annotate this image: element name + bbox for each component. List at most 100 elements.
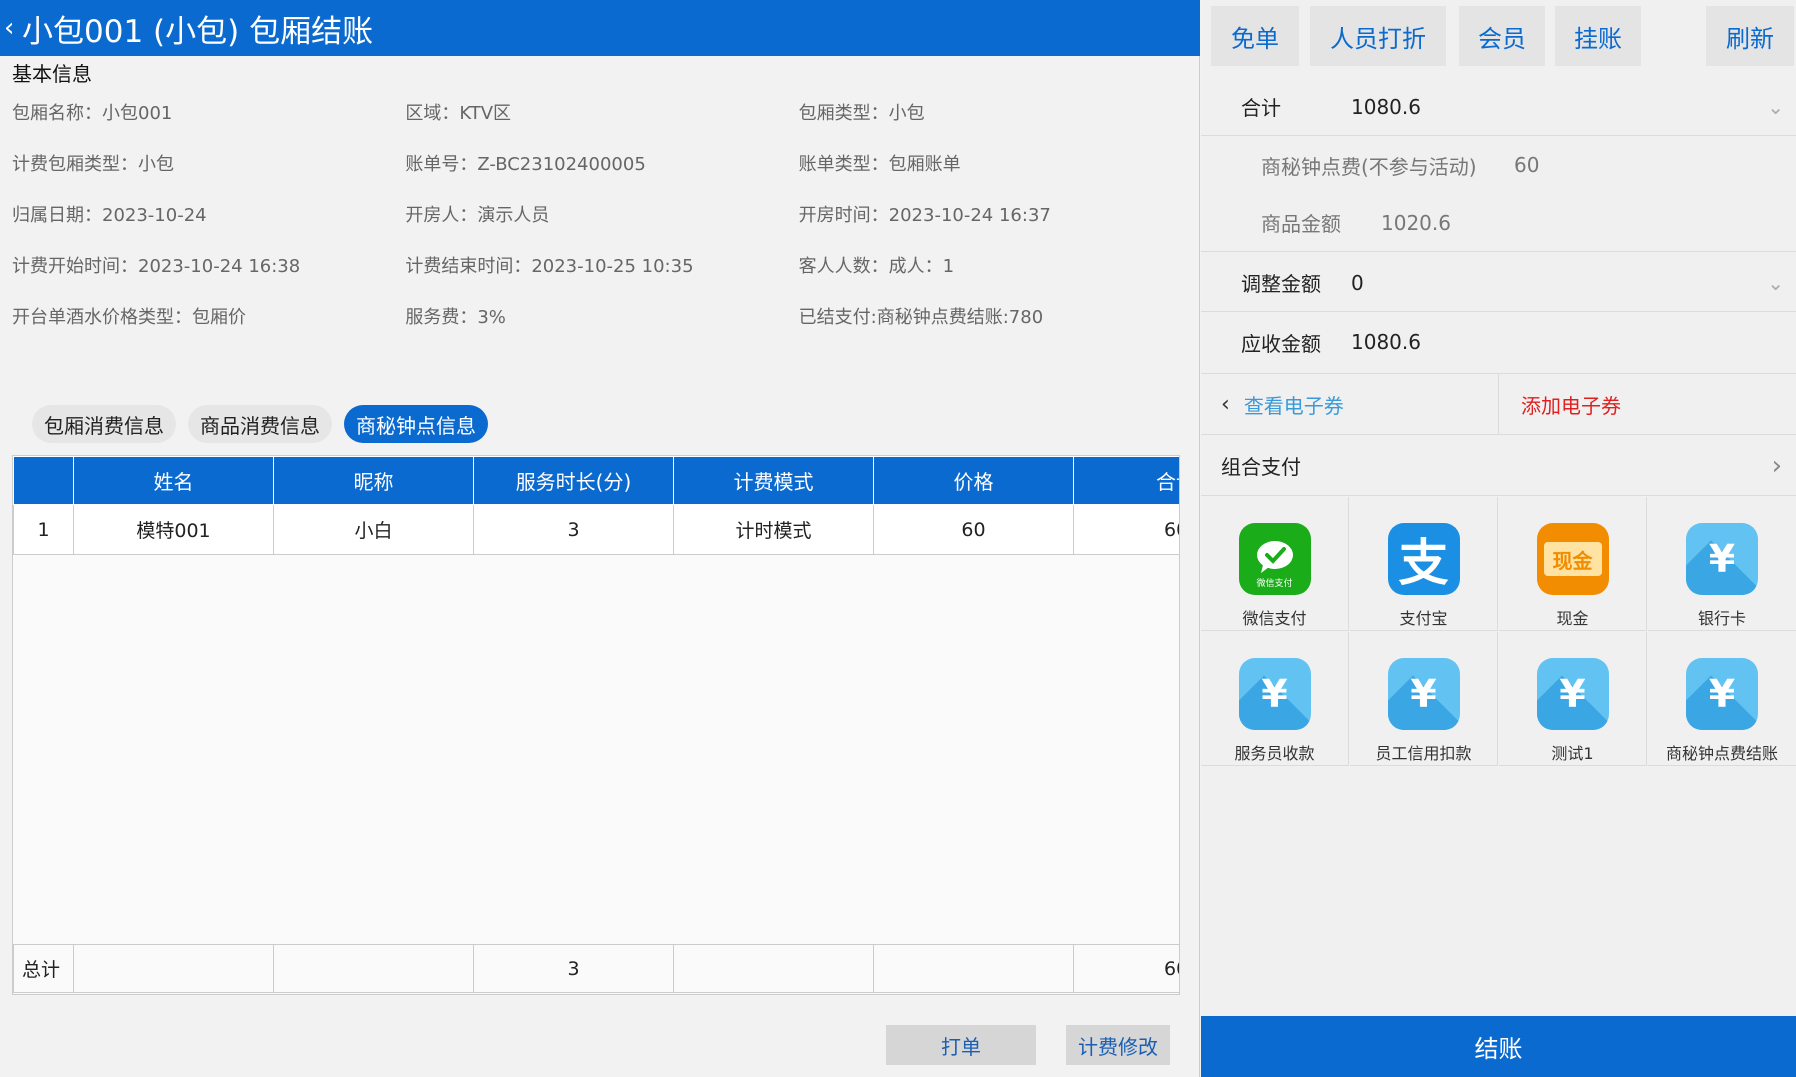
col-duration: 服务时长(分) xyxy=(473,456,674,505)
bill-detail-panel: ‹ 小包001 (小包) 包厢结账 基本信息 包厢名称：小包001 区域：KTV… xyxy=(0,0,1200,1077)
info-open-time: 开房时间：2023-10-24 16:37 xyxy=(798,204,1051,226)
total-row[interactable]: 合计 1080.6 ⌄ xyxy=(1201,78,1796,136)
total-duration: 3 xyxy=(473,944,674,993)
yuan-symbol: ¥ xyxy=(1708,672,1736,716)
adjust-label: 调整金额 xyxy=(1241,272,1321,296)
pay-bank-card[interactable]: ¥ 银行卡 xyxy=(1648,497,1796,631)
alipay-icon: 支 xyxy=(1387,523,1460,595)
chevron-left-icon: ‹ xyxy=(1221,391,1230,417)
combo-pay-row[interactable]: 组合支付 › xyxy=(1201,436,1796,496)
payment-panel: 免单 人员打折 会员 挂账 刷新 合计 1080.6 ⌄ 商秘钟点费(不参与活动… xyxy=(1201,0,1796,1077)
adjust-row[interactable]: 调整金额 0 ⌄ xyxy=(1201,254,1796,312)
yuan-symbol: ¥ xyxy=(1261,672,1288,716)
total-value: 1080.6 xyxy=(1351,94,1421,119)
hostess-fee-row: 商秘钟点费(不参与活动) 60 xyxy=(1201,136,1796,194)
info-business-date: 归属日期：2023-10-24 xyxy=(12,204,207,226)
yuan-icon: ¥ xyxy=(1536,658,1609,730)
modify-billing-button[interactable]: 计费修改 xyxy=(1066,1025,1170,1065)
yuan-icon: ¥ xyxy=(1238,658,1311,730)
total-price xyxy=(873,944,1074,993)
total-label: 总计 xyxy=(13,944,74,993)
info-billing-room-type: 计费包厢类型：小包 xyxy=(12,153,174,175)
pay-wechat[interactable]: 微信支付 微信支付 xyxy=(1201,497,1349,631)
info-service-fee: 服务费：3% xyxy=(405,306,506,328)
cell-index: 1 xyxy=(13,504,74,555)
checkout-button[interactable]: 结账 xyxy=(1201,1016,1796,1077)
total-label: 合计 xyxy=(1241,96,1281,120)
chevron-right-icon: › xyxy=(1771,450,1782,481)
add-coupon-button[interactable]: 添加电子券 xyxy=(1521,374,1621,434)
info-row: 计费开始时间：2023-10-24 16:38 计费结束时间：2023-10-2… xyxy=(12,239,1192,290)
cell-price: 60 xyxy=(873,504,1074,555)
cash-icon-text: 现金 xyxy=(1543,542,1602,576)
pay-test1[interactable]: ¥ 测试1 xyxy=(1499,632,1647,766)
goods-amount-row: 商品金额 1020.6 xyxy=(1201,194,1796,252)
cell-nickname: 小白 xyxy=(273,504,474,555)
receivable-value: 1080.6 xyxy=(1351,330,1421,354)
col-index xyxy=(13,456,74,505)
tab-room-consumption[interactable]: 包厢消费信息 xyxy=(32,405,176,443)
wechat-icon-text: 微信支付 xyxy=(1256,579,1293,589)
hostess-fee-label: 商秘钟点费(不参与活动) xyxy=(1261,154,1477,179)
on-account-button[interactable]: 挂账 xyxy=(1555,6,1641,66)
table-empty-area xyxy=(13,554,1179,945)
hostess-fee-value: 60 xyxy=(1514,153,1540,177)
total-amount: 60 xyxy=(1073,944,1179,993)
view-coupon-button[interactable]: ‹ 查看电子券 xyxy=(1201,374,1499,434)
col-billing-mode: 计费模式 xyxy=(673,456,874,505)
receivable-row: 应收金额 1080.6 xyxy=(1201,313,1796,371)
tab-hostess-hours[interactable]: 商秘钟点信息 xyxy=(344,405,488,443)
refresh-button[interactable]: 刷新 xyxy=(1706,6,1794,66)
wechat-pay-icon: 微信支付 xyxy=(1238,523,1311,595)
info-row: 包厢名称：小包001 区域：KTV区 包厢类型：小包 xyxy=(12,86,1192,137)
yuan-icon: ¥ xyxy=(1686,658,1758,730)
view-coupon-label: 查看电子券 xyxy=(1243,393,1344,418)
cell-total: 60 xyxy=(1073,504,1179,555)
consumption-tabs: 包厢消费信息 商品消费信息 商秘钟点信息 xyxy=(32,405,488,443)
cell-name: 模特001 xyxy=(73,504,274,555)
yuan-icon: ¥ xyxy=(1387,658,1460,730)
staff-discount-button[interactable]: 人员打折 xyxy=(1310,6,1446,66)
pay-label: 员工信用扣款 xyxy=(1375,744,1472,763)
pay-label: 商秘钟点费结账 xyxy=(1665,744,1778,763)
tab-goods-consumption[interactable]: 商品消费信息 xyxy=(188,405,332,443)
pay-label: 微信支付 xyxy=(1242,609,1307,628)
yuan-symbol: ¥ xyxy=(1410,672,1437,716)
basic-info-grid: 包厢名称：小包001 区域：KTV区 包厢类型：小包 计费包厢类型：小包 账单号… xyxy=(12,86,1192,341)
table-row[interactable]: 1 模特001 小白 3 计时模式 60 60 xyxy=(13,504,1179,555)
pay-hostess-fee[interactable]: ¥ 商秘钟点费结账 xyxy=(1648,632,1796,766)
goods-amount-label: 商品金额 xyxy=(1261,212,1341,236)
back-chevron-icon[interactable]: ‹ xyxy=(0,13,22,43)
action-toolbar: 免单 人员打折 会员 挂账 刷新 xyxy=(1209,6,1794,68)
table-header-row: 姓名 昵称 服务时长(分) 计费模式 价格 合计 xyxy=(13,456,1179,505)
print-button[interactable]: 打单 xyxy=(886,1025,1036,1065)
alipay-icon-text: 支 xyxy=(1398,534,1449,592)
member-button[interactable]: 会员 xyxy=(1459,6,1545,66)
pay-label: 服务员收款 xyxy=(1234,744,1315,763)
pay-cash[interactable]: 现金 现金 xyxy=(1499,497,1647,631)
col-total: 合计 xyxy=(1073,456,1179,505)
pay-waiter-collect[interactable]: ¥ 服务员收款 xyxy=(1201,632,1349,766)
total-billing-mode xyxy=(673,944,874,993)
pay-staff-credit[interactable]: ¥ 员工信用扣款 xyxy=(1350,632,1498,766)
info-billing-start: 计费开始时间：2023-10-24 16:38 xyxy=(12,255,301,277)
combo-pay-label: 组合支付 xyxy=(1221,455,1301,479)
pay-label: 测试1 xyxy=(1551,744,1594,763)
cash-icon: 现金 xyxy=(1536,523,1609,595)
info-row: 归属日期：2023-10-24 开房人：演示人员 开房时间：2023-10-24… xyxy=(12,188,1192,239)
pay-alipay[interactable]: 支 支付宝 xyxy=(1350,497,1498,631)
payment-methods-grid: 微信支付 微信支付 支 支付宝 现金 现金 ¥ 银行卡 ¥ 服务员收款 ¥ 员工… xyxy=(1201,497,1796,767)
free-bill-button[interactable]: 免单 xyxy=(1211,6,1299,66)
info-billing-end: 计费结束时间：2023-10-25 10:35 xyxy=(405,255,694,277)
total-name xyxy=(73,944,274,993)
info-paid: 已结支付:商秘钟点费结账:780 xyxy=(798,306,1044,328)
info-bill-type: 账单类型：包厢账单 xyxy=(798,153,961,175)
info-price-type: 开台单酒水价格类型：包厢价 xyxy=(12,306,246,328)
info-opener: 开房人：演示人员 xyxy=(405,204,550,226)
pay-label: 支付宝 xyxy=(1399,609,1448,628)
info-guest-count: 客人人数：成人：1 xyxy=(798,255,955,277)
chevron-down-icon[interactable]: ⌄ xyxy=(1767,95,1784,119)
goods-amount-value: 1020.6 xyxy=(1381,210,1451,235)
info-room-name: 包厢名称：小包001 xyxy=(12,102,173,124)
chevron-down-icon[interactable]: ⌄ xyxy=(1767,271,1784,295)
